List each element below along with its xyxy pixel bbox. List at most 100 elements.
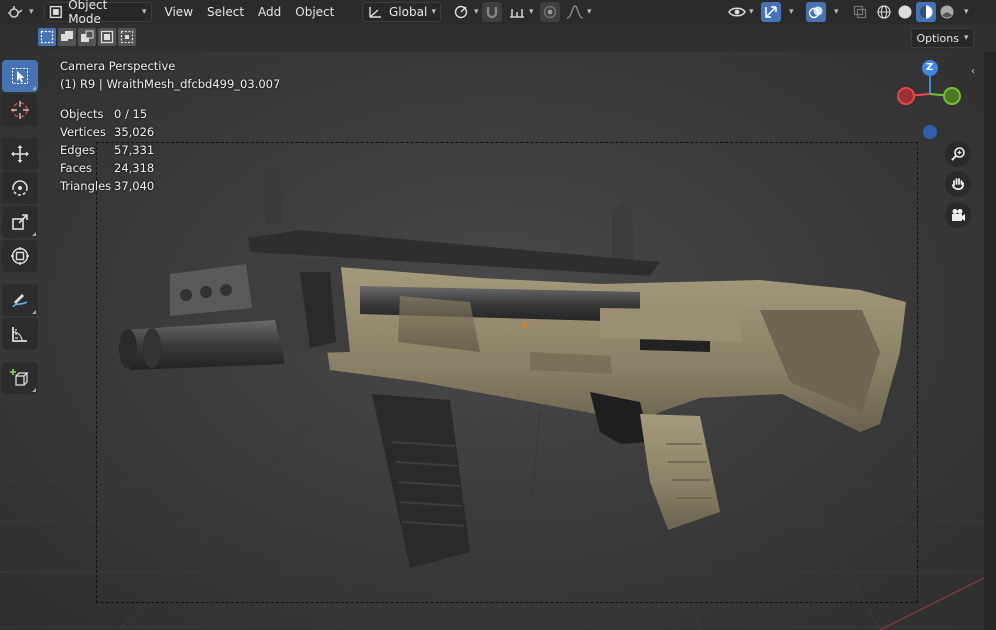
tool-measure[interactable]: [2, 318, 38, 350]
tool-select-box[interactable]: [2, 60, 38, 92]
overlays-icon: [808, 6, 823, 19]
pivot-icon: [454, 5, 468, 19]
editor-type-button[interactable]: ▾: [4, 2, 38, 22]
stat-row-vertices: Vertices 35,026: [60, 123, 154, 141]
camera-icon: [952, 209, 965, 221]
shading-rendered-button[interactable]: [937, 2, 957, 22]
pivot-point-button[interactable]: ▾: [449, 2, 483, 22]
wireframe-sphere-icon: [877, 5, 891, 19]
eye-icon: [728, 7, 746, 17]
stat-label: Triangles: [60, 179, 112, 193]
menu-object[interactable]: Object: [288, 2, 341, 22]
rendered-sphere-icon: [940, 5, 954, 19]
chevron-down-icon: ▾: [963, 33, 969, 43]
stat-row-edges: Edges 57,331: [60, 141, 154, 159]
hand-icon: [952, 178, 964, 191]
tool-annotate[interactable]: [2, 284, 38, 316]
overlays-toggle[interactable]: [806, 2, 826, 22]
gizmo-neg-z-axis[interactable]: [923, 125, 937, 139]
chevron-down-icon: ▾: [749, 7, 754, 17]
shading-solid-button[interactable]: [895, 2, 915, 22]
options-dropdown[interactable]: Options ▾: [911, 28, 974, 48]
active-object-label: (1) R9 | WraithMesh_dfcbd499_03.007: [60, 77, 281, 91]
menu-view[interactable]: View: [158, 2, 200, 22]
overlays-dropdown[interactable]: ▾: [827, 2, 843, 22]
camera-frame: [96, 142, 918, 603]
zoom-button[interactable]: [945, 141, 971, 167]
falloff-curve-icon: [566, 5, 584, 19]
chevron-down-icon: ▾: [474, 7, 479, 17]
select-invert-button[interactable]: [98, 28, 116, 46]
chevron-down-icon: ▾: [142, 7, 147, 17]
gizmo-x-axis[interactable]: [897, 87, 915, 105]
select-invert-icon: [100, 30, 114, 44]
sidebar-toggle-icon[interactable]: ‹: [971, 66, 975, 77]
camera-perspective-label: Camera Perspective: [60, 59, 176, 73]
select-intersect-button[interactable]: [118, 28, 136, 46]
select-subtract-button[interactable]: [78, 28, 96, 46]
gizmo-y-axis[interactable]: [943, 87, 961, 105]
3d-cursor-icon: [11, 101, 29, 119]
xray-icon: [853, 5, 867, 19]
tool-add-cube[interactable]: [2, 362, 38, 394]
tool-rotate[interactable]: [2, 172, 38, 204]
orientation-label: Global: [389, 5, 428, 19]
measure-ruler-icon: [12, 327, 27, 342]
rotate-icon: [12, 180, 28, 196]
tool-variants-indicator: [32, 310, 36, 314]
shading-material-button[interactable]: [916, 2, 936, 22]
header-menus: View Select Add Object: [158, 2, 342, 22]
stat-value: 24,318: [114, 161, 155, 175]
chevron-down-icon: ▾: [789, 7, 794, 17]
tool-scale[interactable]: [2, 206, 38, 238]
menu-add[interactable]: Add: [251, 2, 288, 22]
statistics-overlay: Objects 0 / 15 Vertices 35,026 Edges 57,…: [60, 105, 154, 195]
stat-label: Faces: [60, 161, 92, 175]
gizmo-dropdown[interactable]: ▾: [782, 2, 798, 22]
select-new-button[interactable]: [38, 28, 56, 46]
stat-value: 35,026: [114, 125, 155, 139]
add-cube-icon: [10, 369, 29, 386]
chevron-down-icon: ▾: [964, 7, 969, 17]
pan-button[interactable]: [945, 171, 971, 197]
stat-label: Objects: [60, 107, 104, 121]
shading-dropdown[interactable]: ▾: [957, 2, 973, 22]
chevron-down-icon: ▾: [529, 7, 534, 17]
snap-toggle[interactable]: [482, 2, 502, 22]
chevron-down-icon: ▾: [431, 7, 436, 17]
orientation-dropdown[interactable]: Global ▾: [362, 2, 441, 22]
proportional-edit-toggle[interactable]: [540, 2, 560, 22]
chevron-down-icon: ▾: [587, 7, 592, 17]
gizmo-toggle[interactable]: [761, 2, 781, 22]
proportional-edit-icon: [543, 5, 557, 19]
snap-target-button[interactable]: ▾: [504, 2, 538, 22]
tool-variants-indicator: [32, 232, 36, 236]
mode-label: Object Mode: [68, 0, 108, 26]
snap-increment-icon: [510, 9, 524, 18]
solid-sphere-icon: [898, 5, 912, 19]
tool-transform[interactable]: [2, 240, 38, 272]
stat-value: 0 / 15: [114, 107, 148, 121]
stat-row-triangles: Triangles 37,040: [60, 177, 154, 195]
tool-settings-bar: Options ▾: [0, 24, 996, 52]
select-extend-icon: [61, 31, 73, 41]
camera-view-button[interactable]: [945, 202, 971, 228]
select-box-icon: [12, 68, 28, 84]
xray-toggle[interactable]: [850, 2, 870, 22]
scale-icon: [12, 214, 28, 230]
selection-modes: [38, 28, 136, 46]
proportional-falloff-button[interactable]: ▾: [562, 2, 596, 22]
menu-select[interactable]: Select: [200, 2, 251, 22]
tool-move[interactable]: [2, 138, 38, 170]
stat-label: Edges: [60, 143, 95, 157]
magnifier-icon: [951, 147, 965, 161]
stat-value: 37,040: [114, 179, 155, 193]
select-extend-button[interactable]: [58, 28, 76, 46]
chevron-down-icon: ▾: [29, 7, 34, 17]
mode-dropdown[interactable]: Object Mode ▾: [43, 0, 152, 26]
shading-modes: [874, 2, 957, 22]
visibility-button[interactable]: ▾: [724, 2, 758, 22]
tool-cursor[interactable]: [2, 94, 38, 126]
shading-wireframe-button[interactable]: [874, 2, 894, 22]
stat-label: Vertices: [60, 125, 106, 139]
